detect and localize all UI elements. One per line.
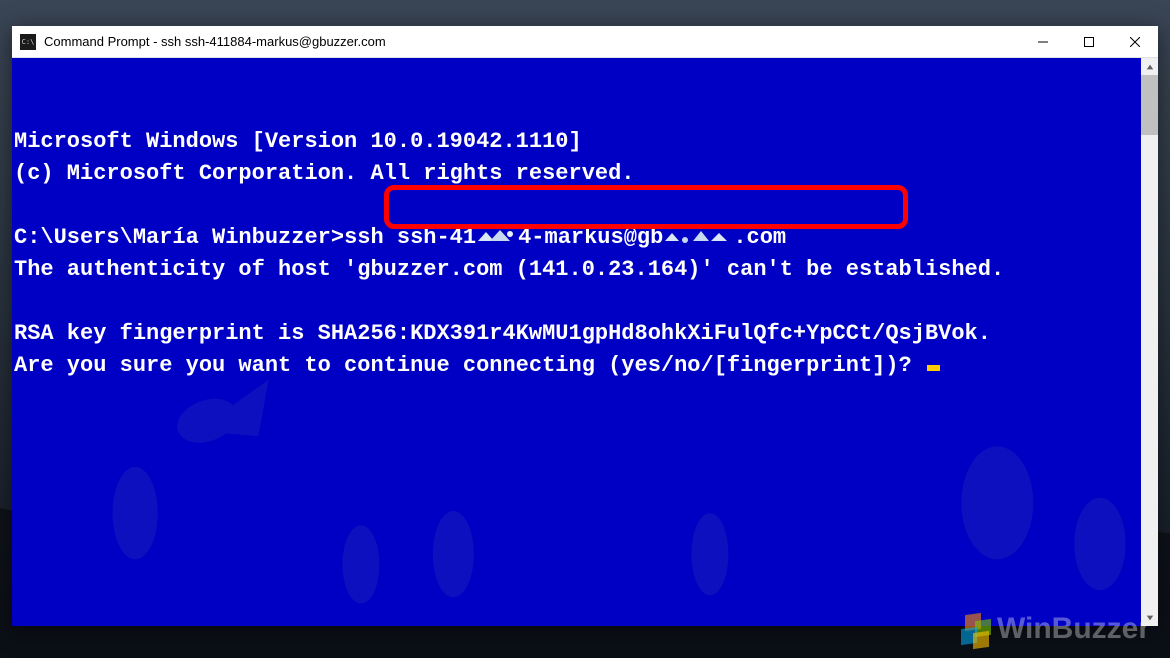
close-button[interactable] xyxy=(1112,26,1158,57)
annotation-highlight xyxy=(384,185,908,229)
command-prompt-window: C:\ Command Prompt - ssh ssh-411884-mark… xyxy=(12,26,1158,626)
ssh-command-part: .com xyxy=(733,225,786,250)
terminal-line: The authenticity of host 'gbuzzer.com (1… xyxy=(14,257,1004,282)
cmd-icon: C:\ xyxy=(20,34,36,50)
watermark-logo-icon xyxy=(957,614,991,644)
watermark: WinBuzzer xyxy=(957,612,1150,646)
redacted-icon xyxy=(476,225,518,245)
titlebar[interactable]: C:\ Command Prompt - ssh ssh-411884-mark… xyxy=(12,26,1158,58)
terminal-cursor xyxy=(927,365,940,371)
redacted-icon xyxy=(663,225,733,245)
terminal-line: Are you sure you want to continue connec… xyxy=(14,353,925,378)
prompt-prefix: C:\Users\María Winbuzzer> xyxy=(14,225,344,250)
terminal-line: RSA key fingerprint is SHA256:KDX391r4Kw… xyxy=(14,321,991,346)
ssh-command-part: ssh ssh-41 xyxy=(344,225,476,250)
scroll-thumb[interactable] xyxy=(1141,75,1158,135)
terminal[interactable]: Microsoft Windows [Version 10.0.19042.11… xyxy=(12,58,1141,626)
terminal-area: Microsoft Windows [Version 10.0.19042.11… xyxy=(12,58,1158,626)
watermark-text: WinBuzzer xyxy=(997,612,1150,646)
vertical-scrollbar[interactable] xyxy=(1141,58,1158,626)
window-title: Command Prompt - ssh ssh-411884-markus@g… xyxy=(44,34,1020,49)
maximize-button[interactable] xyxy=(1066,26,1112,57)
terminal-line: (c) Microsoft Corporation. All rights re… xyxy=(14,161,635,186)
scroll-up-button[interactable] xyxy=(1141,58,1158,75)
ssh-command-part: 4-markus@gb xyxy=(518,225,663,250)
terminal-line: Microsoft Windows [Version 10.0.19042.11… xyxy=(14,129,582,154)
minimize-button[interactable] xyxy=(1020,26,1066,57)
window-controls xyxy=(1020,26,1158,57)
scroll-track[interactable] xyxy=(1141,75,1158,609)
